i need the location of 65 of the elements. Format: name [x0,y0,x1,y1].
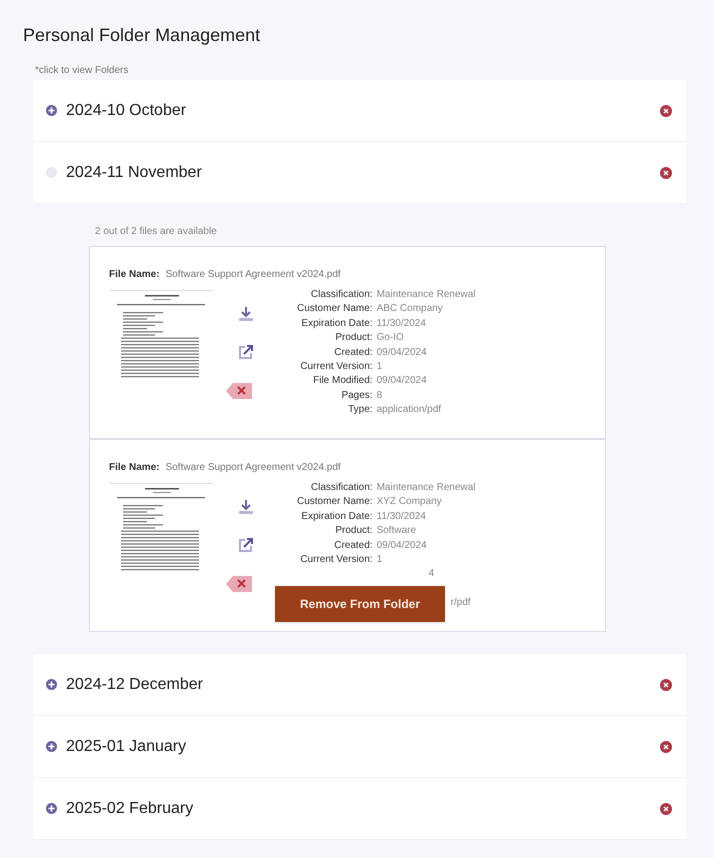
detail-value: 11/30/2024 [376,510,427,524]
detail-value: application/pdf [376,403,442,418]
detail-label: Expiration Date: [300,316,373,331]
detail-value: r/pdf [450,596,471,610]
detail-label: Product: [334,524,373,538]
folder-label: 2024-12 December [66,674,204,694]
detail-value: 1 [376,553,384,568]
detail-label: File Modified: [312,374,373,388]
detail-value: 09/04/2024 [376,346,428,360]
detail-value: 11/30/2024 [376,316,427,331]
file-name: Software Support Agreement v2024.pdf [166,461,341,475]
detail-value: ABC Company [376,302,444,316]
folder-label: 2025-02 February [66,798,194,818]
detail-value: 8 [376,388,384,403]
expand-icon[interactable] [46,679,57,690]
folder-row[interactable]: 2025-01 January [33,716,686,778]
detail-label: Customer Name: [297,495,373,510]
hint-text: *click to view Folders [35,64,130,78]
detail-value: Maintenance Renewal [376,288,476,302]
detail-value: Go-IO [376,331,405,346]
detail-label: Type: [347,403,373,418]
detail-label: Expiration Date: [300,510,373,524]
detail-value: 09/04/2024 [376,538,428,553]
file-name-label: File Name: [109,461,160,475]
folder-row[interactable]: 2025-02 February [33,778,686,840]
detail-value: XYZ Company [376,495,443,510]
external-link-icon[interactable] [238,344,254,360]
detail-value: Maintenance Renewal [376,481,476,495]
expand-icon[interactable] [46,803,57,814]
delete-tag-icon[interactable] [226,382,252,400]
detail-label: Classification: [310,288,373,302]
folder-label: 2025-01 January [66,736,188,756]
download-icon[interactable] [238,306,254,322]
folder-row[interactable]: 2024-12 December [33,654,686,716]
remove-icon[interactable] [660,678,672,690]
detail-label: Classification: [310,481,373,495]
delete-tag-icon[interactable] [226,575,252,593]
detail-value: 4 [428,567,434,582]
folder-row[interactable]: 2024-10 October [33,80,686,142]
expand-icon[interactable] [46,741,57,752]
availability-text: 2 out of 2 files are available [95,225,218,239]
remove-icon[interactable] [660,104,672,116]
detail-value: 09/04/2024 [376,374,428,388]
file-name: Software Support Agreement v2024.pdf [166,268,341,282]
folder-label: 2024-11 November [66,162,203,182]
remove-icon[interactable] [660,740,672,752]
download-icon[interactable] [238,499,254,515]
detail-label: Current Version: [299,553,373,568]
detail-label: Created: [333,346,373,360]
remove-icon[interactable] [660,802,672,814]
detail-label: Product: [334,331,373,346]
file-name-label: File Name: [109,268,160,282]
page-title: Personal Folder Management [23,24,262,47]
remove-icon[interactable] [660,166,672,178]
external-link-icon[interactable] [238,537,254,553]
detail-label: Current Version: [299,360,373,374]
expand-icon[interactable] [46,105,57,116]
detail-value: Software [376,524,418,538]
remove-from-folder-tooltip: Remove From Folder [275,586,445,622]
detail-label: Created: [333,538,373,553]
folder-row[interactable]: 2024-11 November [33,142,686,204]
detail-label: Pages: [340,388,373,403]
detail-label: Customer Name: [297,302,373,316]
folder-label: 2024-10 October [66,100,188,120]
detail-value: 1 [376,360,384,374]
